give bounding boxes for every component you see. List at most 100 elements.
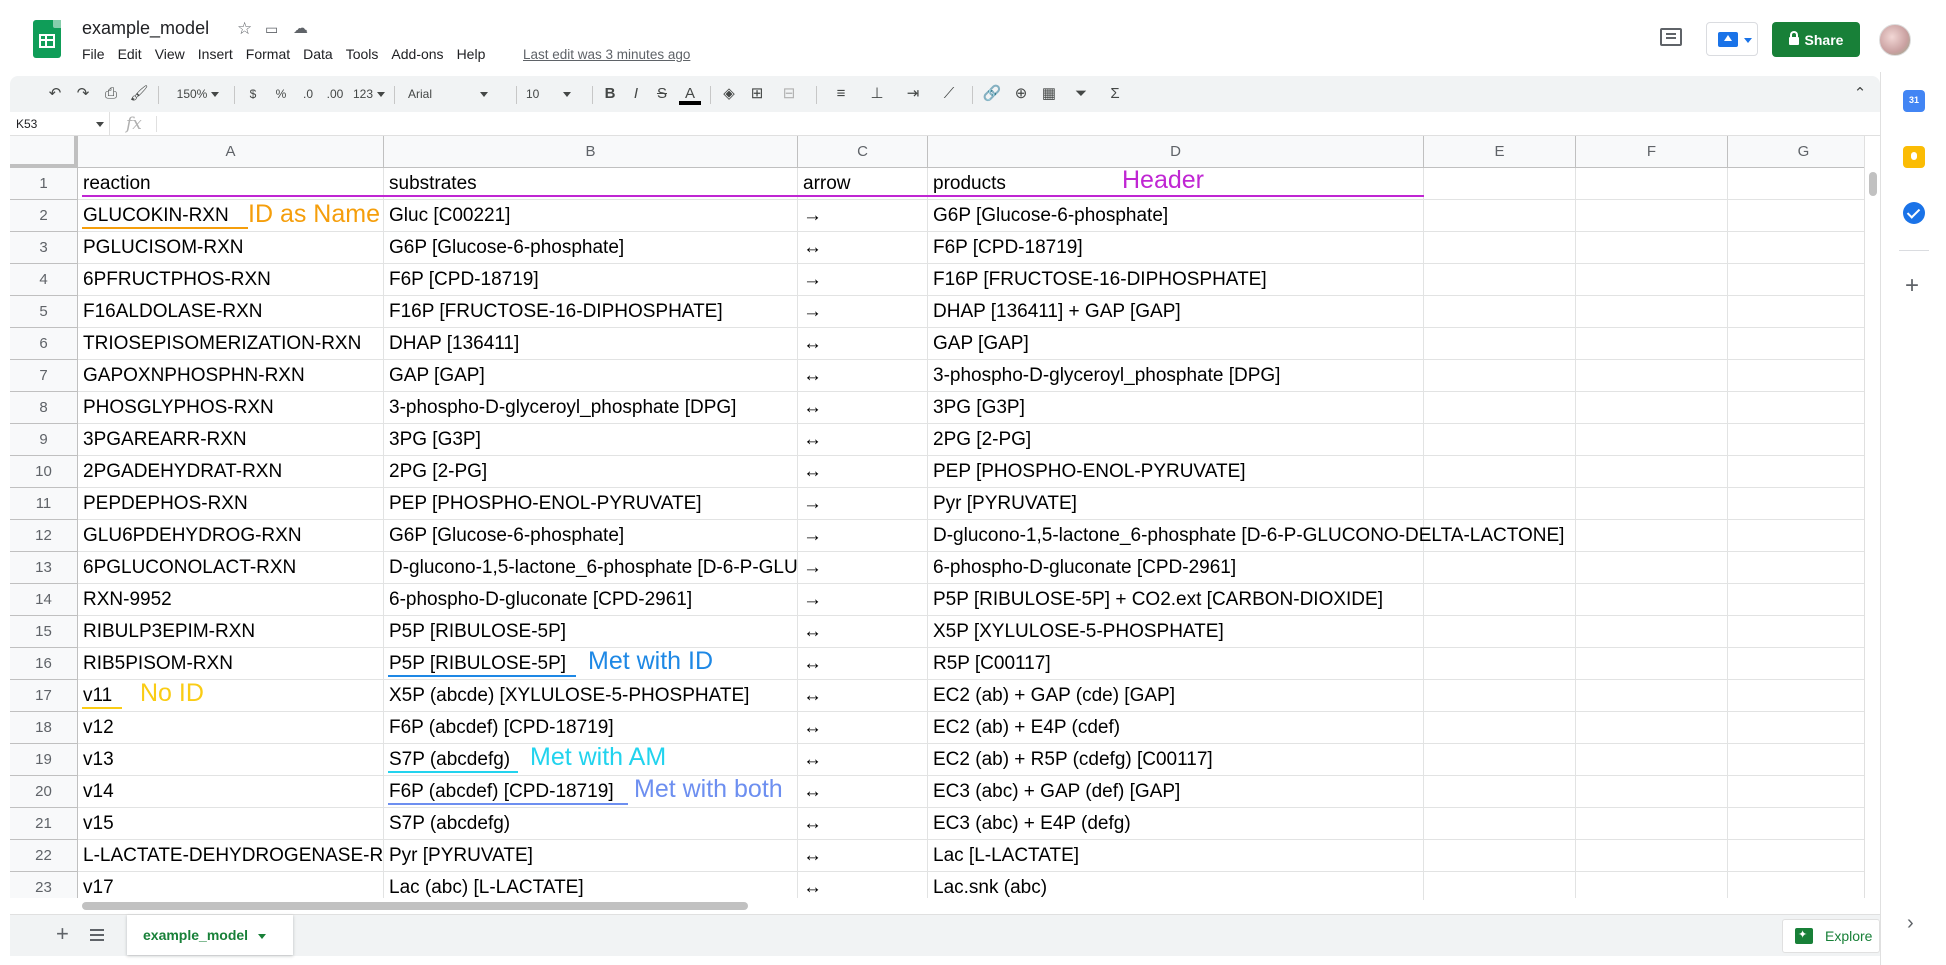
fill-color-icon[interactable]: ◈ [718,76,740,112]
cell-b[interactable]: X5P (abcde) [XYLULOSE-5-PHOSPHATE] [384,680,798,712]
row-header[interactable]: 11 [10,488,78,520]
row-header[interactable]: 3 [10,232,78,264]
cell-a[interactable]: RXN-9952 [78,584,384,616]
cell-b[interactable]: 3PG [G3P] [384,424,798,456]
insert-comment-icon[interactable]: ⊕ [1010,76,1032,112]
cell-d[interactable]: PEP [PHOSPHO-ENOL-PYRUVATE] [928,456,1424,488]
cell-a[interactable]: 6PGLUCONOLACT-RXN [78,552,384,584]
column-header-e[interactable]: E [1424,136,1576,168]
cell-empty[interactable] [1728,168,1874,200]
cell-b[interactable]: F6P [CPD-18719] [384,264,798,296]
formula-input[interactable] [166,112,1880,136]
cell-d[interactable]: P5P [RIBULOSE-5P] + CO2.ext [CARBON-DIOX… [928,584,1424,616]
italic-button[interactable]: I [626,76,646,112]
cell-empty[interactable] [1576,328,1728,360]
cell-b[interactable]: G6P [Glucose-6-phosphate] [384,232,798,264]
cell-empty[interactable] [1576,680,1728,712]
row-header[interactable]: 19 [10,744,78,776]
row-header[interactable]: 22 [10,840,78,872]
functions-icon[interactable]: Σ [1100,76,1130,112]
percent-format-button[interactable]: % [272,76,290,112]
cell-empty[interactable] [1424,424,1576,456]
name-box[interactable]: K53 [10,112,110,136]
cell-b[interactable]: Lac (abc) [L-LACTATE] [384,872,798,900]
row-header[interactable]: 23 [10,872,78,900]
row-header[interactable]: 15 [10,616,78,648]
document-title[interactable]: example_model [82,18,209,39]
cell-empty[interactable] [1576,296,1728,328]
cell-empty[interactable] [1728,776,1874,808]
cell-a[interactable]: v17 [78,872,384,900]
cell-c[interactable]: ↔ [798,456,928,488]
all-sheets-icon[interactable] [90,929,104,941]
collapse-toolbar-icon[interactable]: ⌃ [1850,76,1870,112]
select-all-corner[interactable] [10,136,78,168]
column-header-g[interactable]: G [1728,136,1874,168]
cell-empty[interactable] [1576,520,1728,552]
undo-icon[interactable]: ↶ [44,76,66,112]
cell-empty[interactable] [1576,456,1728,488]
cell-empty[interactable] [1424,488,1576,520]
menu-edit[interactable]: Edit [118,46,149,66]
cell-empty[interactable] [1424,680,1576,712]
cell-d[interactable]: 2PG [2-PG] [928,424,1424,456]
cell-empty[interactable] [1728,744,1874,776]
increase-decimal-button[interactable]: .00 [322,76,348,112]
cell-empty[interactable] [1576,872,1728,900]
cell-d[interactable]: EC2 (ab) + GAP (cde) [GAP] [928,680,1424,712]
cell-empty[interactable] [1576,552,1728,584]
cell-b[interactable]: S7P (abcdefg) [384,808,798,840]
cell-a[interactable]: TRIOSEPISOMERIZATION-RXN [78,328,384,360]
scrollbar-thumb[interactable] [82,902,748,910]
text-color-button[interactable]: A [678,76,702,112]
tasks-icon[interactable] [1903,202,1925,224]
cell-b[interactable]: 6-phospho-D-gluconate [CPD-2961] [384,584,798,616]
column-header-a[interactable]: A [78,136,384,168]
cell-c[interactable]: → [798,552,928,584]
text-wrapping-icon[interactable]: ⇥ [898,76,928,112]
cell-d[interactable]: Lac.snk (abc) [928,872,1424,900]
cell-c[interactable]: ↔ [798,744,928,776]
cell-d[interactable]: F6P [CPD-18719] [928,232,1424,264]
cell-a[interactable]: F16ALDOLASE-RXN [78,296,384,328]
cell-d[interactable]: GAP [GAP] [928,328,1424,360]
currency-format-button[interactable]: $ [244,76,262,112]
scrollbar-thumb[interactable] [1869,172,1877,196]
cell-a[interactable]: v12 [78,712,384,744]
cell-empty[interactable] [1576,712,1728,744]
cell-empty[interactable] [1576,168,1728,200]
cell-empty[interactable] [1728,712,1874,744]
text-rotation-icon[interactable]: ⟋ [934,76,964,112]
zoom-select[interactable]: 150% [170,76,226,112]
cell-d[interactable]: EC3 (abc) + E4P (defg) [928,808,1424,840]
cell-a[interactable]: RIBULP3EPIM-RXN [78,616,384,648]
spreadsheet-grid[interactable]: A B C D E F G 1 reaction substrates arrow products 2… [10,136,1874,900]
sheets-logo-icon[interactable] [33,20,61,58]
cell-c[interactable]: → [798,520,928,552]
bold-button[interactable]: B [600,76,620,112]
get-add-ons-icon[interactable]: + [1905,272,1919,300]
cell-c[interactable]: ↔ [798,392,928,424]
cell-b[interactable]: G6P [Glucose-6-phosphate] [384,520,798,552]
print-icon[interactable]: ⎙ [100,76,122,112]
cell-empty[interactable] [1424,456,1576,488]
cell-empty[interactable] [1728,584,1874,616]
cell-c[interactable]: ↔ [798,328,928,360]
row-header[interactable]: 4 [10,264,78,296]
cell-empty[interactable] [1424,808,1576,840]
horizontal-align-icon[interactable]: ≡ [826,76,856,112]
cell-empty[interactable] [1424,744,1576,776]
calendar-icon[interactable]: 31 [1903,90,1925,112]
redo-icon[interactable]: ↷ [72,76,94,112]
cell-empty[interactable] [1424,360,1576,392]
menu-add-ons[interactable]: Add-ons [391,46,450,66]
merge-cells-icon[interactable]: ⊟ [774,76,804,112]
cell-empty[interactable] [1728,840,1874,872]
cell-a[interactable]: v15 [78,808,384,840]
column-header-c[interactable]: C [798,136,928,168]
cell-c[interactable]: ↔ [798,712,928,744]
present-button[interactable] [1706,22,1758,56]
cell-c[interactable]: ↔ [798,872,928,900]
cell-empty[interactable] [1576,392,1728,424]
cell-b[interactable]: 3-phospho-D-glyceroyl_phosphate [DPG] [384,392,798,424]
